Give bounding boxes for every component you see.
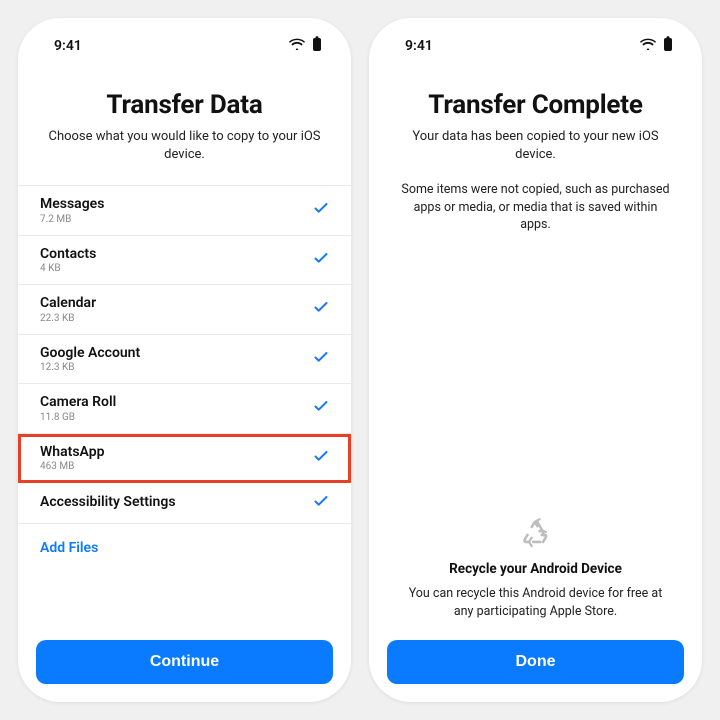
item-size: 463 MB: [40, 461, 104, 472]
transfer-item[interactable]: Camera Roll11.8 GB: [18, 384, 351, 434]
page-subtitle: Choose what you would like to copy to yo…: [46, 128, 323, 163]
check-icon: [313, 200, 329, 220]
transfer-item[interactable]: WhatsApp463 MB: [18, 434, 351, 484]
transfer-item[interactable]: Messages7.2 MB: [18, 186, 351, 236]
recycle-title: Recycle your Android Device: [399, 561, 672, 577]
check-icon: [313, 299, 329, 319]
item-size: 11.8 GB: [40, 412, 116, 423]
transfer-item[interactable]: Contacts4 KB: [18, 236, 351, 286]
status-bar: 9:41: [369, 18, 702, 64]
battery-icon: [662, 36, 674, 56]
check-icon: [313, 250, 329, 270]
wifi-icon: [289, 38, 305, 54]
check-icon: [313, 448, 329, 468]
item-size: 12.3 KB: [40, 362, 140, 373]
check-icon: [313, 349, 329, 369]
item-size: 7.2 MB: [40, 214, 104, 225]
status-bar: 9:41: [18, 18, 351, 64]
phone-transfer-data: 9:41 Transfer Data Choose what you would…: [18, 18, 351, 702]
item-label: Calendar: [40, 295, 96, 313]
page-title: Transfer Data: [46, 90, 323, 120]
check-icon: [313, 398, 329, 418]
phone-transfer-complete: 9:41 Transfer Complete Your data has bee…: [369, 18, 702, 702]
item-size: 22.3 KB: [40, 313, 96, 324]
status-time: 9:41: [54, 38, 82, 54]
recycle-section: Recycle your Android Device You can recy…: [369, 515, 702, 630]
recycle-icon: [399, 515, 672, 553]
battery-icon: [311, 36, 323, 56]
check-icon: [313, 493, 329, 513]
wifi-icon: [640, 38, 656, 54]
item-label: Accessibility Settings: [40, 494, 176, 512]
item-label: Contacts: [40, 246, 96, 264]
transfer-item[interactable]: Calendar22.3 KB: [18, 285, 351, 335]
transfer-item[interactable]: Google Account12.3 KB: [18, 335, 351, 385]
transfer-item-list: Messages7.2 MBContacts4 KBCalendar22.3 K…: [18, 185, 351, 524]
item-label: Google Account: [40, 345, 140, 363]
recycle-text: You can recycle this Android device for …: [399, 585, 672, 620]
page-subtitle: Your data has been copied to your new iO…: [397, 128, 674, 163]
item-size: 4 KB: [40, 263, 96, 274]
status-time: 9:41: [405, 38, 433, 54]
transfer-item[interactable]: Accessibility Settings: [18, 483, 351, 524]
add-files-button[interactable]: Add Files: [18, 524, 351, 562]
item-label: Camera Roll: [40, 394, 116, 412]
page-note: Some items were not copied, such as purc…: [397, 181, 674, 234]
item-label: WhatsApp: [40, 444, 104, 462]
page-title: Transfer Complete: [397, 90, 674, 120]
continue-button[interactable]: Continue: [36, 640, 333, 684]
done-button[interactable]: Done: [387, 640, 684, 684]
item-label: Messages: [40, 196, 104, 214]
